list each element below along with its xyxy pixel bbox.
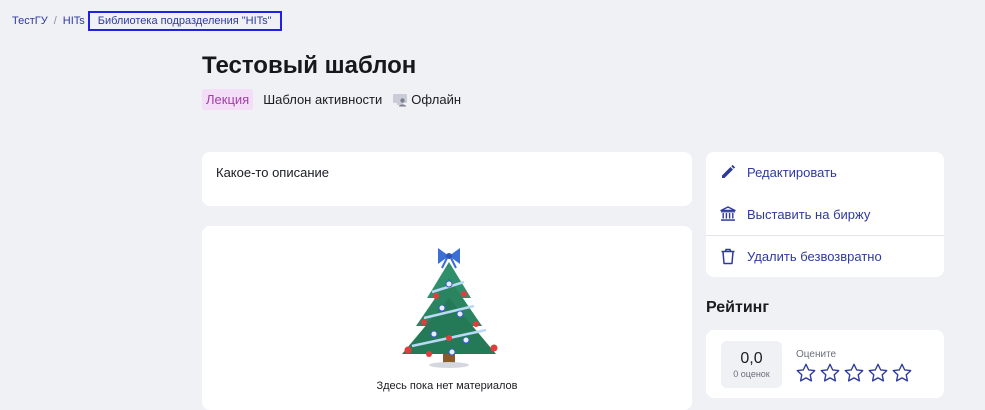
christmas-tree-illustration	[402, 248, 498, 368]
rating-stars	[795, 362, 915, 384]
delete-permanently-button[interactable]: Удалить безвозвратно	[720, 248, 882, 265]
rating-value: 0,0	[740, 350, 763, 367]
description-text: Какое-то описание	[216, 165, 330, 180]
star-icon[interactable]	[891, 362, 913, 384]
actions-card: Редактировать Выставить на биржу Удалить…	[706, 152, 944, 277]
activity-type-badge: Лекция	[202, 89, 254, 110]
edit-button[interactable]: Редактировать	[720, 164, 837, 180]
trash-icon	[721, 248, 735, 265]
offline-user-icon	[393, 93, 408, 106]
rating-score-box: 0,0 0 оценок	[721, 341, 782, 388]
star-icon[interactable]	[843, 362, 865, 384]
breadcrumb: ТестГУ / HITs Библиотека подразделения "…	[12, 11, 282, 31]
star-icon[interactable]	[819, 362, 841, 384]
rate-label: Оцените	[796, 349, 837, 360]
rating-heading: Рейтинг	[706, 299, 770, 316]
activity-format-label: Офлайн	[411, 92, 462, 107]
breadcrumb-current-library[interactable]: Библиотека подразделения "HITs"	[87, 11, 282, 31]
breadcrumb-item-university[interactable]: ТестГУ	[12, 15, 48, 27]
publish-to-exchange-button[interactable]: Выставить на биржу	[720, 206, 870, 222]
breadcrumb-item-hits[interactable]: HITs	[63, 15, 85, 27]
star-icon[interactable]	[867, 362, 889, 384]
description-card: Какое-то описание	[202, 152, 692, 206]
edit-button-label: Редактировать	[747, 164, 837, 180]
page-title: Тестовый шаблон	[202, 52, 417, 79]
activity-tags: Лекция Шаблон активности Офлайн	[202, 89, 461, 110]
star-icon[interactable]	[795, 362, 817, 384]
pencil-icon	[722, 164, 736, 178]
activity-kind-label: Шаблон активности	[263, 92, 383, 107]
delete-permanently-label: Удалить безвозвратно	[747, 249, 882, 264]
actions-divider	[706, 235, 944, 236]
breadcrumb-separator: /	[53, 15, 57, 27]
materials-card: Здесь пока нет материалов	[202, 226, 692, 410]
activity-format: Офлайн	[392, 92, 461, 107]
rating-count: 0 оценок	[733, 369, 770, 379]
publish-to-exchange-label: Выставить на биржу	[747, 206, 871, 222]
bank-icon	[720, 206, 736, 221]
materials-empty-text: Здесь пока нет материалов	[376, 380, 518, 392]
rating-card: 0,0 0 оценок Оцените	[706, 330, 944, 398]
